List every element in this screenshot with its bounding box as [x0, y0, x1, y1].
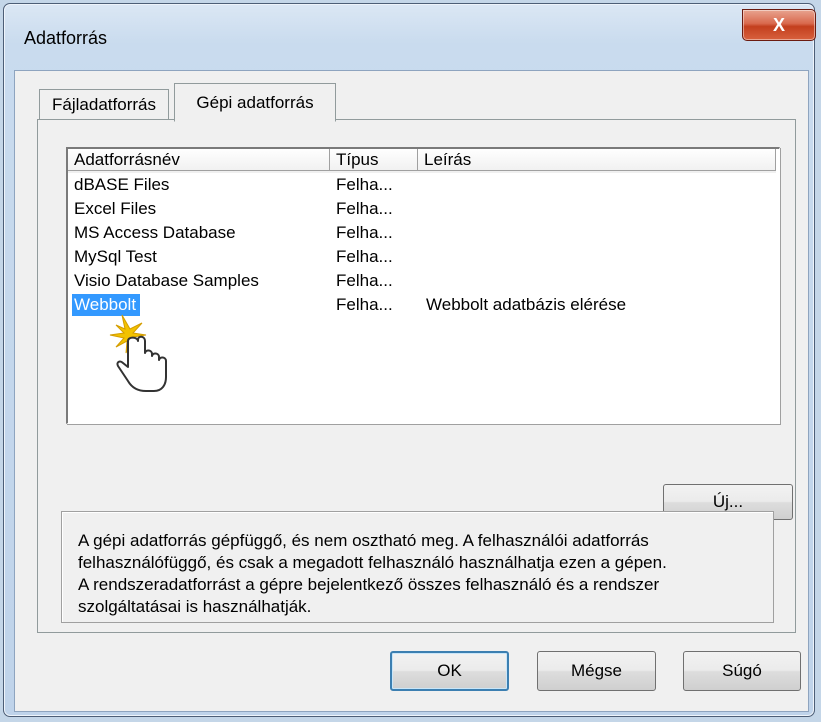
info-line: felhasználófüggő, és csak a megadott fel…: [78, 553, 667, 572]
item-type: Felha...: [336, 247, 393, 266]
item-name: Visio Database Samples: [74, 271, 259, 290]
item-description: Webbolt adatbázis elérése: [426, 295, 627, 314]
item-type: Felha...: [336, 271, 393, 290]
info-line: A gépi adatforrás gépfüggő, és nem oszth…: [78, 531, 649, 550]
item-name: MySql Test: [74, 247, 157, 266]
info-text: A gépi adatforrás gépfüggő, és nem oszth…: [78, 530, 763, 618]
item-type: Felha...: [336, 223, 393, 242]
item-type: Felha...: [336, 175, 393, 194]
tab-label: Fájladatforrás: [52, 95, 156, 114]
list-item-selected[interactable]: Webbolt Felha... Webbolt adatbázis eléré…: [68, 293, 776, 317]
tab-label: Gépi adatforrás: [196, 92, 314, 112]
list-item[interactable]: MS Access Database Felha...: [68, 221, 776, 245]
window-title: Adatforrás: [24, 28, 108, 48]
list-item[interactable]: Visio Database Samples Felha...: [68, 269, 776, 293]
ok-button[interactable]: OK: [390, 651, 509, 691]
column-header-name[interactable]: Adatforrásnév: [68, 149, 330, 171]
close-icon: X: [772, 14, 785, 35]
list-item[interactable]: dBASE Files Felha...: [68, 173, 776, 197]
item-name: MS Access Database: [74, 223, 236, 242]
column-header-type[interactable]: Típus: [330, 149, 418, 171]
tab-file-dsn[interactable]: Fájladatforrás: [39, 89, 169, 120]
item-type: Felha...: [336, 295, 393, 314]
item-name: dBASE Files: [74, 175, 170, 194]
item-type: Felha...: [336, 199, 393, 218]
tab-machine-dsn[interactable]: Gépi adatforrás: [174, 83, 336, 122]
help-button[interactable]: Súgó: [683, 651, 801, 691]
info-line: A rendszeradatforrást a gépre bejelentke…: [78, 575, 660, 594]
close-button[interactable]: X: [742, 9, 816, 41]
list-item[interactable]: MySql Test Felha...: [68, 245, 776, 269]
cancel-button[interactable]: Mégse: [537, 651, 656, 691]
column-header-description[interactable]: Leírás: [418, 149, 776, 171]
list-header: Adatforrásnév Típus Leírás: [68, 149, 776, 173]
hand-pointer-icon: [109, 314, 167, 392]
list-item[interactable]: Excel Files Felha...: [68, 197, 776, 221]
info-line: szolgáltatásai is használhatják.: [78, 597, 312, 616]
info-box: A gépi adatforrás gépfüggő, és nem oszth…: [61, 511, 774, 623]
item-name: Excel Files: [74, 199, 157, 218]
datasource-list[interactable]: Adatforrásnév Típus Leírás dBASE Files F…: [66, 147, 780, 424]
